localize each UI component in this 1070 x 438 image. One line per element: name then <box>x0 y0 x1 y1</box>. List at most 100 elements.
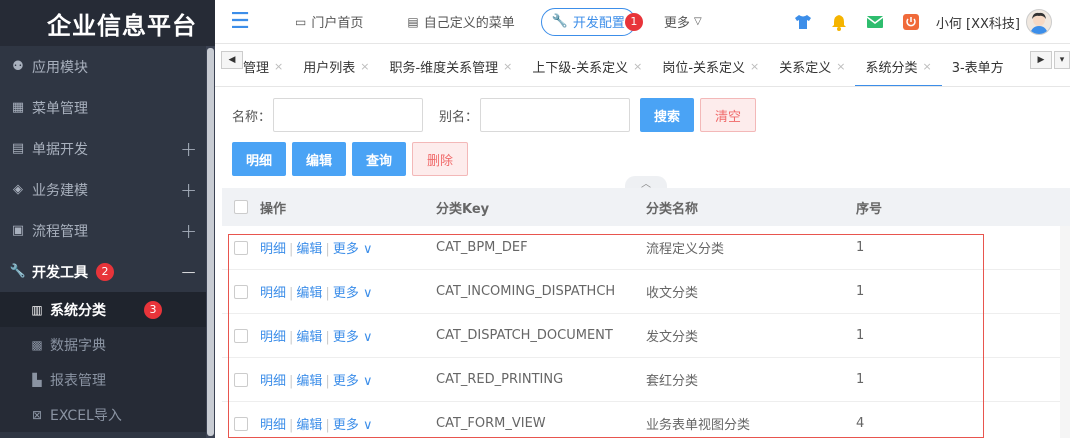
close-icon[interactable]: × <box>274 60 283 73</box>
tab-system-category[interactable]: 系统分类 × <box>855 45 942 86</box>
edit-button[interactable]: 编辑 <box>292 142 347 176</box>
collapse-icon[interactable]: − <box>180 260 197 284</box>
detail-button[interactable]: 明细 <box>232 142 287 176</box>
grid-scrollbar[interactable] <box>1060 226 1070 438</box>
custom-menu-link[interactable]: ▤ 自己定义的菜单 <box>407 12 515 32</box>
row-detail-link[interactable]: 明细 <box>260 330 286 345</box>
table-row[interactable]: 明细 | 编辑 | 更多 ∨ CAT_RED_PRINTING 套红分类 1 <box>222 358 1070 402</box>
cell-key: CAT_INCOMING_DISPATHCH <box>436 284 616 299</box>
portal-home-link[interactable]: ▭ 门户首页 <box>295 12 364 32</box>
row-operations: 明细 | 编辑 | 更多 ∨ <box>260 370 436 389</box>
dev-config-label: 开发配置 <box>572 16 625 31</box>
app-module-icon: ⚉ <box>12 59 24 74</box>
tab-form[interactable]: 3-表单方 <box>942 45 1014 86</box>
row-checkbox[interactable] <box>234 284 248 299</box>
sidebar-subitem-data-dictionary[interactable]: ▩ 数据字典 <box>0 327 215 362</box>
table-row[interactable]: 明细 | 编辑 | 更多 ∨ CAT_FORM_VIEW 业务表单视图分类 4 <box>222 402 1070 438</box>
sidebar-item-menu-management[interactable]: ▦ 菜单管理 <box>0 87 215 128</box>
header-key[interactable]: 分类Key <box>436 198 646 217</box>
alias-input[interactable] <box>480 98 631 132</box>
close-icon[interactable]: × <box>360 60 369 73</box>
table-row[interactable]: 明细 | 编辑 | 更多 ∨ CAT_INCOMING_DISPATHCH 收文分类 1 <box>222 270 1070 314</box>
avatar[interactable] <box>1026 9 1052 35</box>
tab-user-list[interactable]: 用户列表 × <box>293 45 379 86</box>
row-checkbox[interactable] <box>234 372 248 387</box>
row-more-link[interactable]: 更多 ∨ <box>333 286 373 301</box>
expand-icon[interactable]: + <box>180 219 197 243</box>
row-edit-link[interactable]: 编辑 <box>296 374 322 389</box>
tab-menu-chevron-down-icon[interactable]: ▾ <box>1054 51 1070 69</box>
sidebar-subitem-system-category[interactable]: ▥ 系统分类 3 <box>0 292 215 327</box>
row-checkbox[interactable] <box>234 240 248 255</box>
name-input[interactable] <box>273 98 424 132</box>
expand-icon[interactable]: + <box>180 137 197 161</box>
sidebar-item-document-dev[interactable]: ▤ 单据开发 + <box>0 128 215 169</box>
row-more-link[interactable]: 更多 ∨ <box>333 242 373 257</box>
menu-toggle-icon[interactable]: ☰ <box>215 9 265 34</box>
close-icon[interactable]: × <box>750 60 759 73</box>
row-more-link[interactable]: 更多 ∨ <box>333 330 373 345</box>
row-edit-link[interactable]: 编辑 <box>296 418 322 433</box>
row-more-link[interactable]: 更多 ∨ <box>333 374 373 389</box>
row-more-link[interactable]: 更多 ∨ <box>333 418 373 433</box>
row-detail-link[interactable]: 明细 <box>260 418 286 433</box>
tab-scroll-right-icon[interactable]: ▶ <box>1030 51 1052 69</box>
tab-relation-def[interactable]: 关系定义 × <box>769 45 855 86</box>
sidebar-subitem-report-management[interactable]: ▙ 报表管理 <box>0 362 215 397</box>
sidebar-subitem-excel-import[interactable]: ⊠ EXCEL导入 <box>0 397 215 432</box>
header-name[interactable]: 分类名称 <box>646 198 856 217</box>
bar-chart-icon: ▙ <box>32 372 42 387</box>
sidebar-item-dev-tools[interactable]: 🔧 开发工具 2 − <box>0 251 215 292</box>
row-checkbox[interactable] <box>234 328 248 343</box>
tab-superior-relation[interactable]: 上下级-关系定义 × <box>522 45 652 86</box>
table-row[interactable]: 明细 | 编辑 | 更多 ∨ CAT_BPM_DEF 流程定义分类 1 <box>222 226 1070 270</box>
query-button[interactable]: 查询 <box>352 142 407 176</box>
step-badge: 3 <box>144 300 162 319</box>
excel-icon: ⊠ <box>31 407 43 422</box>
tab-scroll-left-icon[interactable]: ◀ <box>221 51 243 69</box>
divider: | <box>289 418 294 433</box>
delete-button[interactable]: 删除 <box>412 142 469 176</box>
expand-icon[interactable]: + <box>180 178 197 202</box>
portal-home-label: 门户首页 <box>311 16 364 31</box>
cell-key: CAT_RED_PRINTING <box>436 372 564 387</box>
cell-order: 1 <box>856 372 865 387</box>
row-checkbox[interactable] <box>234 416 248 431</box>
table-row[interactable]: 明细 | 编辑 | 更多 ∨ CAT_DISPATCH_DOCUMENT 发文分类 1 <box>222 314 1070 358</box>
chevron-down-icon: ∨ <box>362 374 373 389</box>
row-edit-link[interactable]: 编辑 <box>296 242 322 257</box>
tabs-bar: ◀ 管理 × 用户列表 × 职务-维度关系管理 × 上下级-关系定义 × 岗位-关系定义… <box>215 45 1070 87</box>
chevron-down-icon: ▽ <box>693 16 702 27</box>
tab-post-relation[interactable]: 岗位-关系定义 × <box>652 45 769 86</box>
collapse-toggle-chevron-up-icon[interactable]: ︿ <box>625 176 667 190</box>
close-icon[interactable]: × <box>503 60 512 73</box>
bell-icon[interactable] <box>828 11 850 33</box>
tab-position-dimension[interactable]: 职务-维度关系管理 × <box>379 45 522 86</box>
power-icon[interactable] <box>900 11 922 33</box>
custom-menu-label: 自己定义的菜单 <box>423 16 515 31</box>
tab-management[interactable]: 管理 × <box>243 45 293 86</box>
close-icon[interactable]: × <box>633 60 642 73</box>
dev-config-button[interactable]: 🔧 开发配置 1 <box>540 7 643 36</box>
tab-label: 关系定义 <box>779 60 832 76</box>
sidebar-scrollbar[interactable] <box>207 48 214 436</box>
select-all-checkbox[interactable] <box>234 200 248 214</box>
row-edit-link[interactable]: 编辑 <box>296 286 322 301</box>
row-detail-link[interactable]: 明细 <box>260 286 286 301</box>
row-detail-link[interactable]: 明细 <box>260 374 286 389</box>
more-menu[interactable]: 更多 ▽ <box>664 12 702 31</box>
tshirt-icon[interactable] <box>792 11 814 33</box>
row-edit-link[interactable]: 编辑 <box>296 330 322 345</box>
clear-button[interactable]: 清空 <box>700 98 757 132</box>
sidebar-item-flow-management[interactable]: ▣ 流程管理 + <box>0 210 215 251</box>
row-detail-link[interactable]: 明细 <box>260 242 286 257</box>
close-icon[interactable]: × <box>836 60 845 73</box>
user-name[interactable]: 小何 [XX科技] <box>936 13 1020 32</box>
sidebar-item-business-modeling[interactable]: ◈ 业务建模 + <box>0 169 215 210</box>
close-icon[interactable]: × <box>922 60 931 73</box>
header-order[interactable]: 序号 <box>856 198 956 217</box>
mail-icon[interactable] <box>864 11 886 33</box>
search-button[interactable]: 搜索 <box>640 98 695 132</box>
sidebar-item-app-module[interactable]: ⚉ 应用模块 <box>0 46 215 87</box>
cell-order: 4 <box>856 416 865 431</box>
